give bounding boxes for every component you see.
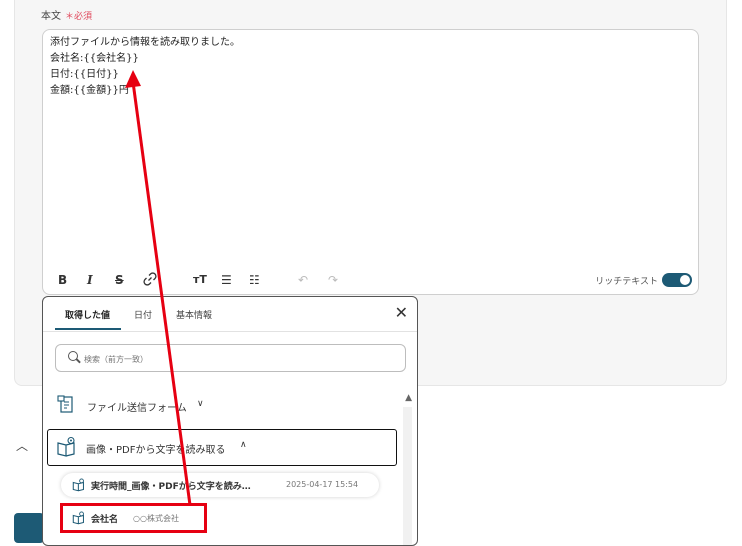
- search-icon: [68, 351, 78, 361]
- list-item-label: 実行時間_画像・PDFから文字を読み…: [91, 482, 251, 492]
- list-item-label: 会社名: [91, 515, 119, 525]
- redo-button[interactable]: ↷: [328, 272, 338, 288]
- required-mark: ＊必須: [65, 12, 93, 22]
- close-button[interactable]: ✕: [395, 303, 408, 322]
- list-item-value: ○○株式会社: [133, 514, 179, 523]
- group-label: 画像・PDFから文字を読み取る: [86, 445, 226, 456]
- text-size-button[interactable]: тT: [193, 272, 207, 288]
- ocr-book-icon: [72, 478, 84, 492]
- scrollbar[interactable]: [403, 407, 412, 545]
- bottom-action-button[interactable]: [14, 513, 44, 543]
- bold-button[interactable]: B: [58, 272, 67, 288]
- list-item-value: 2025-04-17 15:54: [286, 480, 359, 489]
- collapse-arrow-icon[interactable]: ︿: [16, 437, 28, 454]
- rich-text-toggle[interactable]: [662, 273, 692, 287]
- chevron-up-icon: ∧: [240, 440, 247, 450]
- editor-toolbar: B I S тT ☰ ☷ ↶ ↷ リッチテキスト: [43, 265, 698, 295]
- rich-text-label: リッチテキスト: [595, 277, 658, 287]
- search-field[interactable]: [55, 344, 406, 372]
- tab-basic-info[interactable]: 基本情報: [176, 308, 212, 321]
- ocr-book-icon: [57, 436, 75, 457]
- editor-content[interactable]: 添付ファイルから情報を読み取りました。 会社名:{{会社名}} 日付:{{日付}…: [50, 35, 240, 99]
- chevron-down-icon: ∨: [197, 399, 204, 409]
- search-input[interactable]: [82, 347, 396, 371]
- list-item-company[interactable]: 会社名 ○○株式会社: [60, 503, 207, 533]
- group-label: ファイル送信フォーム: [87, 403, 187, 414]
- undo-button[interactable]: ↶: [298, 272, 308, 288]
- ocr-book-icon: [72, 511, 84, 525]
- link-icon[interactable]: [143, 272, 157, 290]
- scroll-up-icon[interactable]: ▲: [405, 393, 412, 403]
- group-file-form[interactable]: ファイル送信フォーム ∨: [57, 395, 257, 417]
- strikethrough-button[interactable]: S: [115, 272, 124, 288]
- italic-button[interactable]: I: [87, 272, 93, 288]
- picker-tabs: 取得した値 日付 基本情報 ✕: [43, 297, 417, 332]
- list-item-exec-time[interactable]: 実行時間_画像・PDFから文字を読み… 2025-04-17 15:54: [61, 473, 379, 497]
- tab-acquired-values[interactable]: 取得した値: [65, 308, 110, 321]
- group-ocr[interactable]: 画像・PDFから文字を読み取る ∧: [47, 429, 397, 466]
- field-label-text: 本文: [41, 11, 61, 22]
- body-editor[interactable]: 添付ファイルから情報を読み取りました。 会社名:{{会社名}} 日付:{{日付}…: [42, 29, 699, 295]
- tab-date[interactable]: 日付: [134, 308, 152, 321]
- bullet-list-button[interactable]: ☰: [221, 272, 232, 288]
- field-label: 本文 ＊必須: [41, 7, 92, 22]
- active-tab-indicator: [55, 328, 121, 330]
- variable-picker-popup: 取得した値 日付 基本情報 ✕ ▲ ファイル送信フォーム ∨ 画像・PDFから文…: [42, 296, 418, 546]
- form-icon: [57, 395, 73, 413]
- ordered-list-button[interactable]: ☷: [249, 272, 260, 288]
